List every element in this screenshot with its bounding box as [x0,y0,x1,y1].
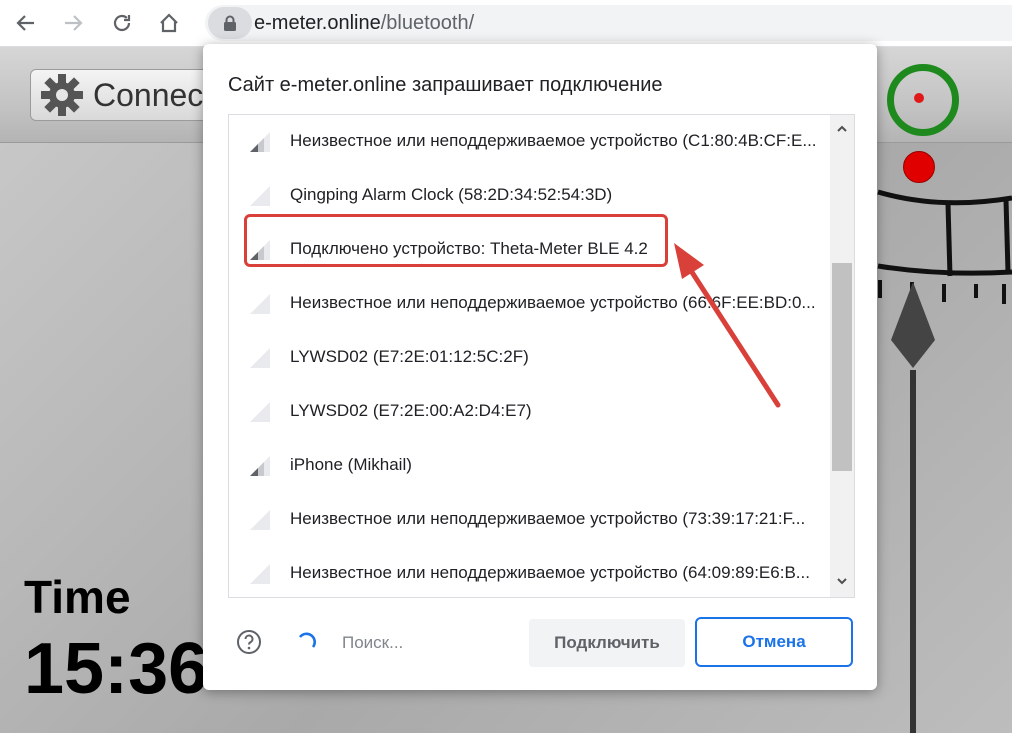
device-list-item[interactable]: iPhone (Mikhail) [229,439,829,493]
time-label: Time [24,571,131,623]
signal-strength-icon [250,402,270,422]
signal-strength-icon [250,564,270,584]
signal-strength-icon [250,348,270,368]
url-text: e-meter.online/bluetooth/ [254,12,475,34]
meter-scale [877,189,1012,733]
home-icon[interactable] [153,7,185,39]
gear-icon [41,74,83,116]
search-status-text: Поиск... [342,633,404,652]
spinner-icon [298,632,316,648]
lock-icon[interactable] [208,7,252,39]
scroll-up-icon[interactable] [836,123,848,135]
page-connect-label: Connect [93,76,213,113]
device-name: Неизвестное или неподдерживаемое устройс… [290,131,817,150]
scrollbar[interactable] [830,115,854,597]
device-name: Неизвестное или неподдерживаемое устройс… [290,563,810,582]
device-list-item[interactable]: Неизвестное или неподдерживаемое устройс… [229,547,829,597]
address-bar[interactable]: e-meter.online/bluetooth/ [205,5,1012,41]
signal-strength-icon [250,132,270,152]
signal-strength-icon [250,510,270,530]
scroll-thumb[interactable] [832,263,852,471]
time-value: 15:36 [24,629,209,709]
device-name: iPhone (Mikhail) [290,455,412,474]
device-list-item[interactable]: Неизвестное или неподдерживаемое устройс… [229,115,829,169]
device-name: Неизвестное или неподдерживаемое устройс… [290,509,806,528]
signal-strength-icon [250,456,270,476]
page-connect-button[interactable]: Connect [30,69,230,121]
status-dot-icon [914,93,924,103]
signal-strength-icon [250,294,270,314]
reload-icon[interactable] [106,7,138,39]
connect-button[interactable]: Подключить [529,619,685,667]
device-list-item[interactable]: Неизвестное или неподдерживаемое устройс… [229,493,829,547]
device-name: Qingping Alarm Clock (58:2D:34:52:54:3D) [290,185,613,204]
highlight-annotation [244,214,668,267]
record-indicator-icon [903,151,935,183]
signal-strength-icon [250,186,270,206]
forward-icon[interactable] [57,7,89,39]
back-icon[interactable] [10,7,42,39]
annotation-arrow-icon [674,243,781,408]
scroll-down-icon[interactable] [836,575,848,587]
help-icon[interactable] [236,629,262,655]
cancel-button[interactable]: Отмена [695,617,853,667]
browser-toolbar: e-meter.online/bluetooth/ [0,0,1012,47]
dialog-title: Сайт e-meter.online запрашивает подключе… [228,74,663,96]
